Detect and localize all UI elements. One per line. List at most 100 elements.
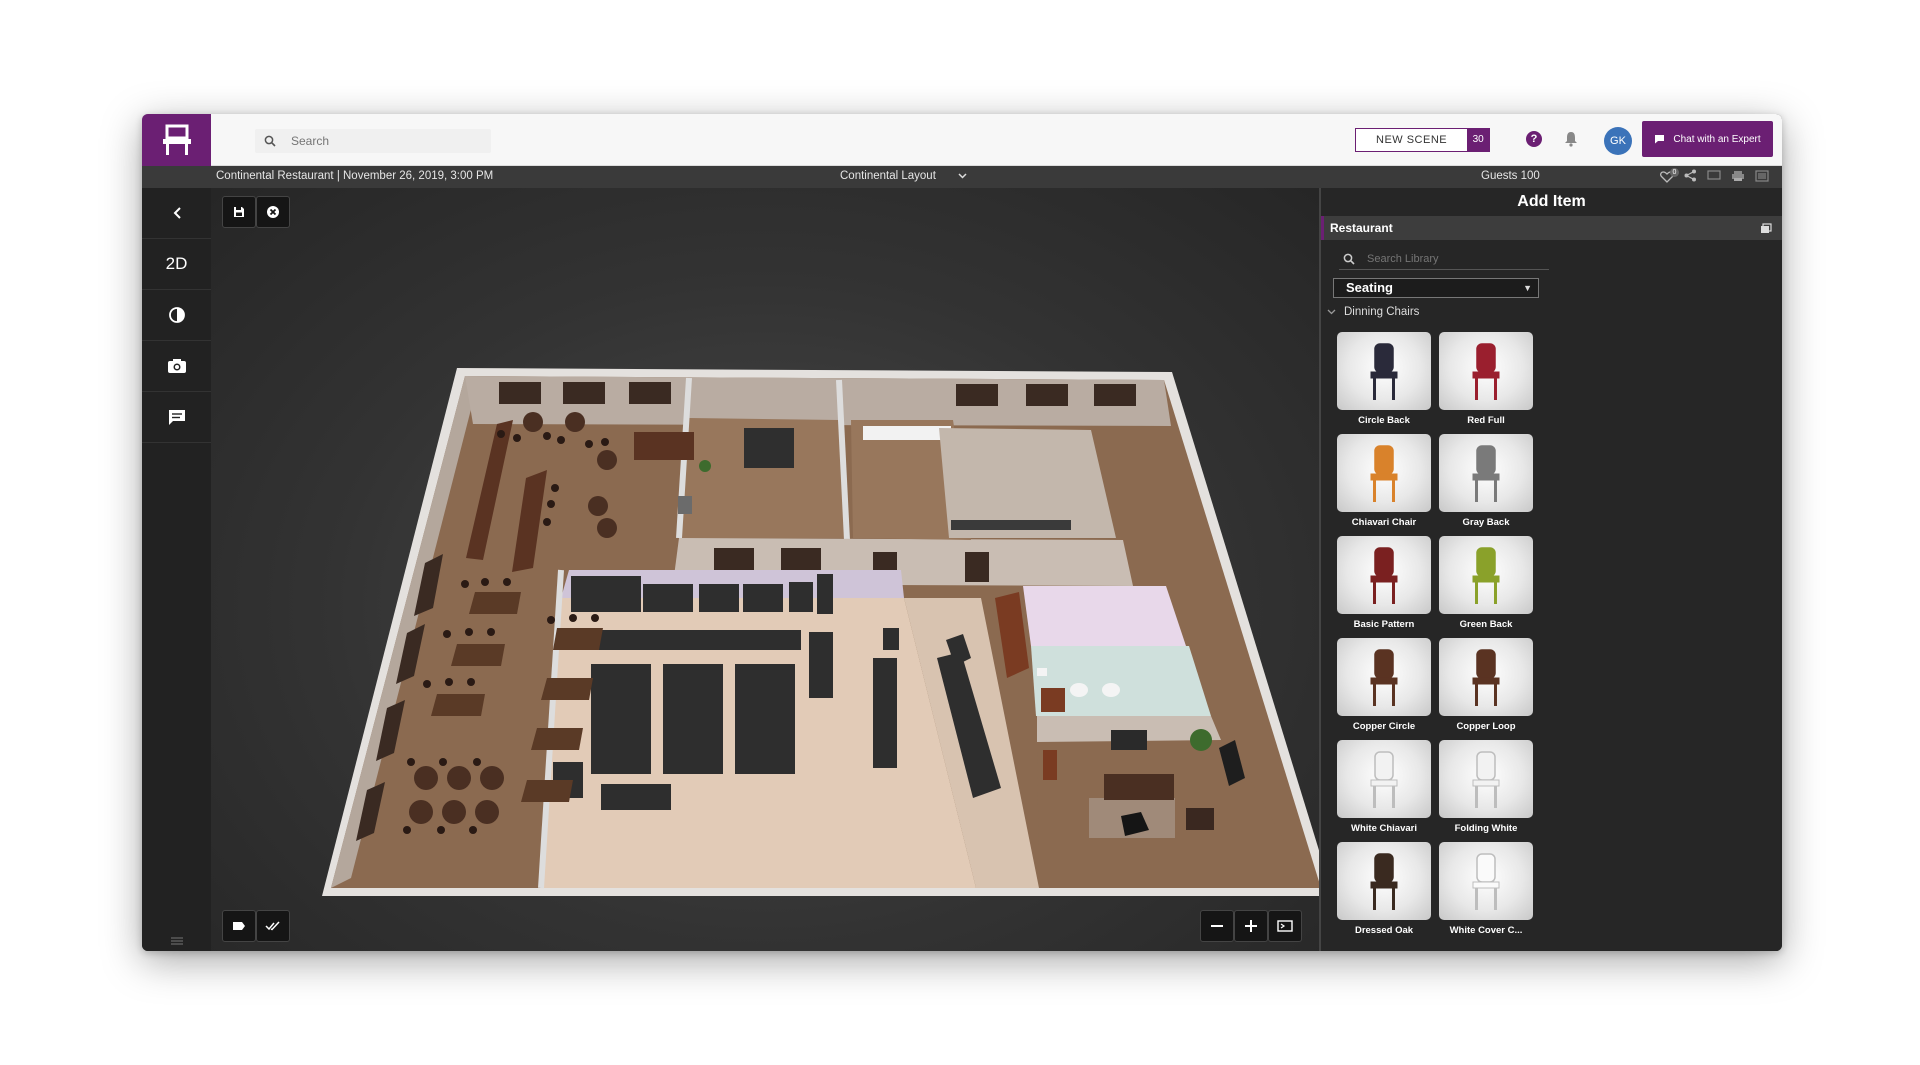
zoom-out-button[interactable]: [1200, 910, 1234, 942]
chair-item-label: Dressed Oak: [1354, 925, 1414, 936]
chair-item-label: White Cover C...: [1449, 925, 1523, 936]
chevron-left-icon: [173, 207, 181, 219]
help-icon[interactable]: ?: [1526, 131, 1542, 147]
floorplan-3d-canvas[interactable]: [211, 188, 1319, 951]
search-icon: [1343, 253, 1355, 265]
camera-icon: [167, 359, 186, 373]
export-icon[interactable]: [1755, 169, 1769, 185]
double-check-icon: [265, 921, 280, 931]
chair-item[interactable]: Circle Back: [1337, 332, 1431, 426]
fit-screen-button[interactable]: [1268, 910, 1302, 942]
chair-item[interactable]: Folding White: [1439, 740, 1533, 834]
plant-small: [699, 460, 711, 472]
chair-icon: [1472, 649, 1500, 706]
subcategory-toggle[interactable]: Dinning Chairs: [1327, 306, 1419, 318]
new-scene-label: NEW SCENE: [1376, 134, 1448, 146]
search-input[interactable]: [291, 134, 481, 148]
app-logo[interactable]: [142, 114, 211, 166]
print-icon[interactable]: [1731, 170, 1745, 185]
chair-icon: [1472, 853, 1500, 910]
chair-item[interactable]: Gray Back: [1439, 434, 1533, 528]
chair-icon: [1370, 445, 1398, 502]
chair-item-label: Circle Back: [1358, 415, 1410, 426]
category-switch-icon[interactable]: [1760, 221, 1772, 239]
chair-icon: [1472, 547, 1500, 604]
user-avatar[interactable]: GK: [1604, 127, 1632, 155]
comments-button[interactable]: [142, 392, 211, 443]
wall-painting: [1111, 730, 1147, 750]
guest-count: Guests 100: [1481, 170, 1540, 182]
category-bar[interactable]: Restaurant: [1321, 216, 1782, 240]
chair-thumbnail: [1439, 842, 1533, 920]
favorite-count: 0: [1670, 168, 1679, 177]
chair-thumbnail: [1337, 842, 1431, 920]
chevron-down-icon: [958, 173, 967, 179]
chair-item[interactable]: Green Back: [1439, 536, 1533, 630]
share-icon[interactable]: [1684, 169, 1697, 185]
chair-thumbnail: [1337, 740, 1431, 818]
chair-icon: [1370, 343, 1398, 400]
add-item-panel: Add Item Restaurant Seating ▼ Dinning Ch…: [1319, 188, 1782, 951]
favorite-icon[interactable]: 0: [1660, 168, 1679, 183]
chair-thumbnail: [1439, 332, 1533, 410]
chair-item[interactable]: Red Full: [1439, 332, 1533, 426]
chair-item[interactable]: Copper Loop: [1439, 638, 1533, 732]
chair-item-label: Chiavari Chair: [1351, 517, 1417, 528]
chair-item[interactable]: White Chiavari: [1337, 740, 1431, 834]
new-scene-count: 30: [1467, 129, 1490, 151]
chair-item[interactable]: Chiavari Chair: [1337, 434, 1431, 528]
comment-icon: [168, 409, 185, 425]
back-button[interactable]: [142, 188, 211, 239]
chair-item-label: Copper Loop: [1456, 721, 1516, 732]
notification-bell-icon[interactable]: [1564, 131, 1578, 152]
scene-actions: 0: [1660, 168, 1769, 185]
door-double: [744, 428, 794, 468]
chat-with-expert-button[interactable]: Chat with an Expert: [1642, 121, 1773, 157]
item-type-dropdown[interactable]: Seating ▼: [1333, 278, 1539, 298]
chair-item-label: Basic Pattern: [1353, 619, 1415, 630]
menu-icon[interactable]: [142, 937, 211, 945]
chair-item[interactable]: Copper Circle: [1337, 638, 1431, 732]
chair-item-label: Red Full: [1467, 415, 1505, 426]
chair-thumbnail: [1337, 536, 1431, 614]
view-2d-button[interactable]: 2D: [142, 239, 211, 290]
layout-name: Continental Layout: [840, 170, 936, 182]
panel-title: Add Item: [1517, 193, 1586, 210]
scene-info-bar: Continental Restaurant | November 26, 20…: [142, 166, 1782, 188]
trash-bin: [678, 496, 692, 514]
select-all-button[interactable]: [256, 910, 290, 942]
caret-down-icon: ▼: [1523, 283, 1532, 293]
chair-thumbnail: [1337, 434, 1431, 512]
new-scene-button[interactable]: NEW SCENE 30: [1355, 128, 1491, 152]
chair-item-label: White Chiavari: [1351, 823, 1417, 834]
cabinet: [1186, 808, 1214, 830]
item-grid: Circle Back Red Full Chiavari Chair Gray Ba…: [1337, 332, 1547, 936]
restroom-pink: [1023, 586, 1186, 646]
chair-logo-icon: [162, 124, 191, 155]
chair-item[interactable]: Dressed Oak: [1337, 842, 1431, 936]
chair-item-label: Gray Back: [1462, 517, 1510, 528]
chair-thumbnail: [1439, 536, 1533, 614]
lighting-button[interactable]: [142, 290, 211, 341]
chair-item-label: Folding White: [1454, 823, 1518, 834]
chair-icon: [1370, 853, 1398, 910]
library-search[interactable]: [1339, 248, 1549, 270]
label-button[interactable]: [222, 910, 256, 942]
chair-item[interactable]: Basic Pattern: [1337, 536, 1431, 630]
chat-bubble-icon: [1655, 135, 1665, 144]
chair-icon: [1370, 547, 1398, 604]
search-icon: [255, 135, 285, 147]
contrast-icon: [168, 307, 185, 323]
restaurant-floorplan[interactable]: [211, 188, 1319, 951]
scene-title: Continental Restaurant | November 26, 20…: [216, 170, 494, 182]
chair-thumbnail: [1439, 740, 1533, 818]
camera-button[interactable]: [142, 341, 211, 392]
global-search[interactable]: [255, 129, 491, 153]
chair-thumbnail: [1337, 332, 1431, 410]
layout-dropdown[interactable]: Continental Layout: [840, 170, 967, 182]
zoom-in-button[interactable]: [1234, 910, 1268, 942]
chair-item[interactable]: White Cover C...: [1439, 842, 1533, 936]
library-search-input[interactable]: [1367, 252, 1527, 265]
presentation-icon[interactable]: [1707, 170, 1721, 184]
chair-thumbnail: [1337, 638, 1431, 716]
